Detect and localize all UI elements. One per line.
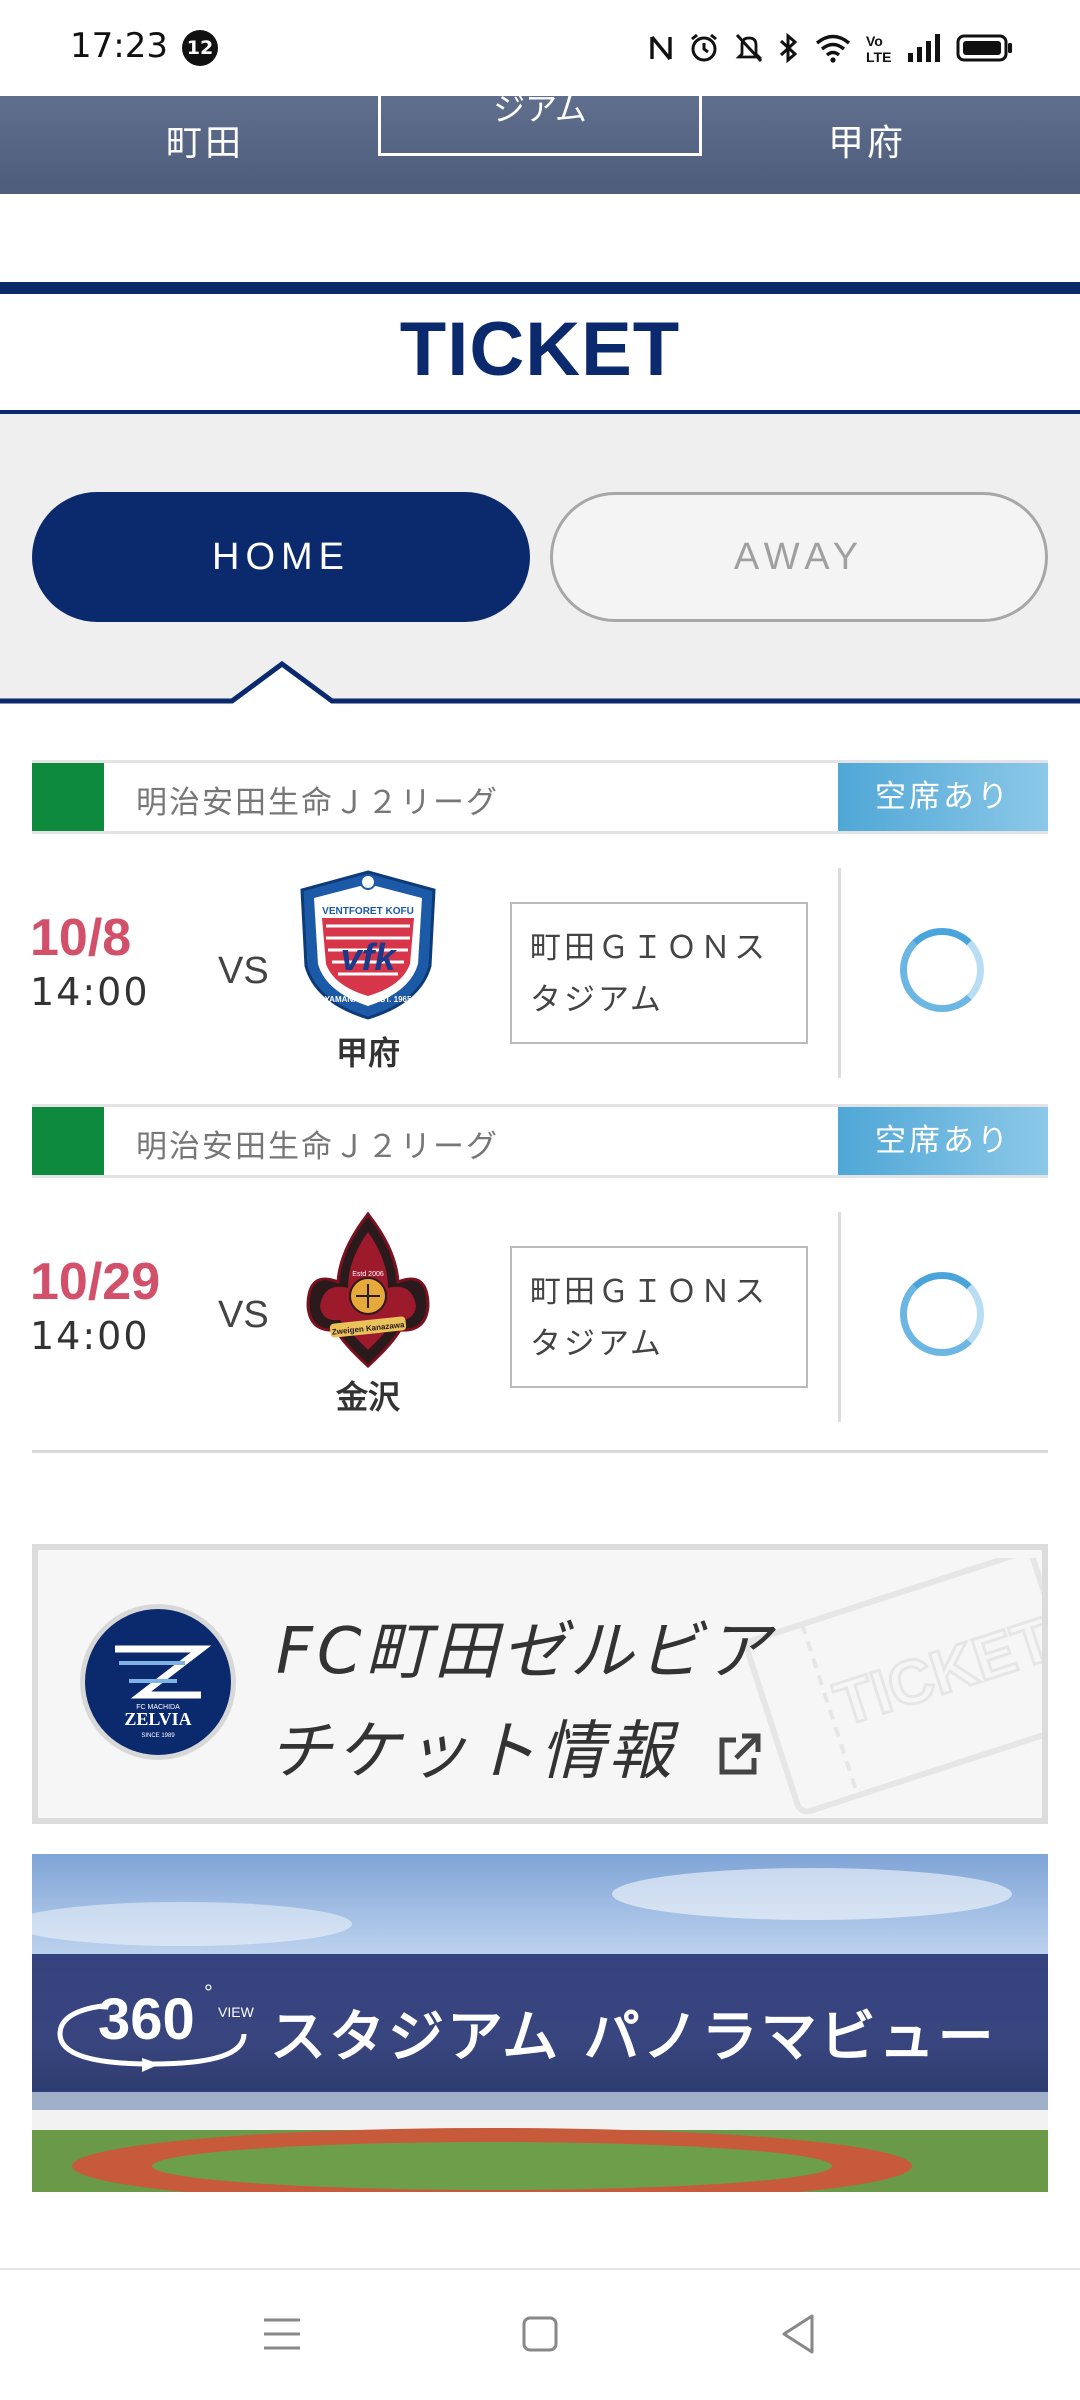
degree-icon: ° bbox=[204, 1980, 213, 2005]
zelvia-logo: FC MACHIDA ZELVIA SINCE 1989 bbox=[80, 1604, 236, 1760]
match-2-league-bar: 明治安田生命Ｊ２リーグ 空席あり bbox=[32, 1104, 1048, 1178]
kofu-crest-bottom-text: YAMANASHI EST. 1965 bbox=[325, 995, 412, 1004]
ticket-info-title-line2-text: チケット情報 bbox=[268, 1715, 676, 1789]
league-color-marker bbox=[32, 1107, 104, 1175]
kofu-crest-icon: VENTFORET KOFU vfk YAMANASHI EST. 1965 bbox=[300, 870, 436, 1020]
match-1-opponent: 甲府 bbox=[335, 1034, 400, 1072]
zelvia-logo-since: SINCE 1989 bbox=[141, 1733, 175, 1739]
match-2-opponent: 金沢 bbox=[335, 1378, 400, 1416]
menu-icon[interactable] bbox=[262, 2314, 302, 2354]
strip-away-team: 甲府 bbox=[828, 123, 907, 164]
match-2-seat-status: 空席あり bbox=[838, 1107, 1048, 1175]
strip-venue-box[interactable]: ジアム bbox=[378, 96, 702, 156]
bluetooth-icon bbox=[779, 32, 798, 64]
match-2-time: 14:00 bbox=[30, 1314, 150, 1358]
match-2-divider bbox=[838, 1212, 841, 1422]
kanazawa-crest-icon: Zweigen Kanazawa Estd 2006 bbox=[306, 1211, 430, 1369]
match-1-vs: VS bbox=[218, 950, 269, 992]
mute-icon bbox=[735, 33, 763, 63]
wifi-icon bbox=[815, 34, 851, 63]
kofu-crest-top-text: VENTFORET KOFU bbox=[322, 906, 414, 917]
external-link-icon bbox=[719, 1733, 761, 1775]
stadium-panorama-banner[interactable]: 360 VIEW ° スタジアム パノラマビュー bbox=[32, 1854, 1048, 2192]
back-icon[interactable] bbox=[778, 2312, 818, 2356]
status-time: 17:23 bbox=[70, 26, 168, 66]
match-1-date: 10/8 bbox=[30, 909, 132, 967]
ticket-watermark-icon: TICKET bbox=[744, 1558, 1048, 1815]
svg-text:Vo: Vo bbox=[866, 33, 883, 49]
notification-count-badge: 12 bbox=[182, 30, 218, 66]
zelvia-logo-text: ZELVIA bbox=[124, 1709, 191, 1729]
ticket-info-title-line1: FC町田ゼルビア bbox=[276, 1615, 774, 1689]
battery-icon bbox=[956, 34, 1012, 62]
ticket-info-title-line2: チケット情報 bbox=[268, 1700, 764, 1792]
match-2-vs: VS bbox=[218, 1294, 269, 1336]
match-2-venue-line1: 町田ＧＩＯＮス bbox=[530, 1274, 768, 1310]
match-1-divider bbox=[838, 868, 841, 1078]
kofu-crest-letters: vfk bbox=[341, 937, 398, 979]
match-1-loading-spinner-icon bbox=[900, 928, 984, 1012]
match-2-venue-line2: タジアム bbox=[530, 1326, 664, 1362]
volte-icon: VoLTE bbox=[866, 33, 891, 64]
league-color-marker bbox=[32, 763, 104, 831]
match-1-league-bar: 明治安田生命Ｊ２リーグ 空席あり bbox=[32, 760, 1048, 834]
match-1-time: 14:00 bbox=[30, 970, 150, 1014]
ticket-info-banner[interactable]: TICKET FC MACHIDA ZELVIA SINCE 1989 FC町田… bbox=[32, 1544, 1048, 1824]
match-header-strip: 町田 ジアム 甲府 bbox=[0, 96, 1080, 194]
ticket-section-title: TICKET bbox=[399, 307, 681, 392]
match-1-venue-line1: 町田ＧＩＯＮス bbox=[530, 930, 768, 966]
tab-away[interactable]: AWAY bbox=[550, 492, 1048, 622]
strip-home-team: 町田 bbox=[166, 123, 245, 164]
section-separator bbox=[32, 1450, 1048, 1453]
signal-icon bbox=[908, 34, 940, 62]
strip-venue-text: ジアム bbox=[493, 96, 587, 128]
svg-text:LTE: LTE bbox=[866, 49, 891, 64]
kanazawa-crest-year: Estd 2006 bbox=[352, 1271, 384, 1278]
match-1-seat-status: 空席あり bbox=[838, 763, 1048, 831]
status-bar: 17:23 12 Vo LTE bbox=[0, 0, 1080, 96]
system-navigation-bar bbox=[0, 2268, 1080, 2400]
match-1-venue: 町田ＧＩＯＮス タジアム bbox=[510, 902, 808, 1044]
panorama-view-label: VIEW bbox=[218, 2004, 254, 2020]
nfc-icon bbox=[650, 35, 672, 61]
match-2-date: 10/29 bbox=[30, 1253, 161, 1311]
match-1-venue-line2: タジアム bbox=[530, 982, 664, 1018]
home-icon[interactable] bbox=[520, 2314, 560, 2354]
match-2-loading-spinner-icon bbox=[900, 1272, 984, 1356]
panorama-360-label: 360 bbox=[98, 1987, 195, 2052]
match-1-league-name: 明治安田生命Ｊ２リーグ bbox=[136, 785, 499, 821]
ticket-watermark-text: TICKET bbox=[827, 1605, 1048, 1740]
panorama-label: スタジアム パノラマビュー bbox=[270, 2005, 997, 2070]
tab-home[interactable]: HOME bbox=[32, 492, 530, 622]
match-2-league-name: 明治安田生命Ｊ２リーグ bbox=[136, 1129, 499, 1165]
status-icons: Vo LTE bbox=[648, 26, 1014, 70]
ticket-top-rule bbox=[0, 282, 1080, 294]
zelvia-logo-icon: FC MACHIDA ZELVIA SINCE 1989 bbox=[92, 1616, 224, 1748]
match-2-venue: 町田ＧＩＯＮス タジアム bbox=[510, 1246, 808, 1388]
alarm-icon bbox=[691, 33, 717, 62]
